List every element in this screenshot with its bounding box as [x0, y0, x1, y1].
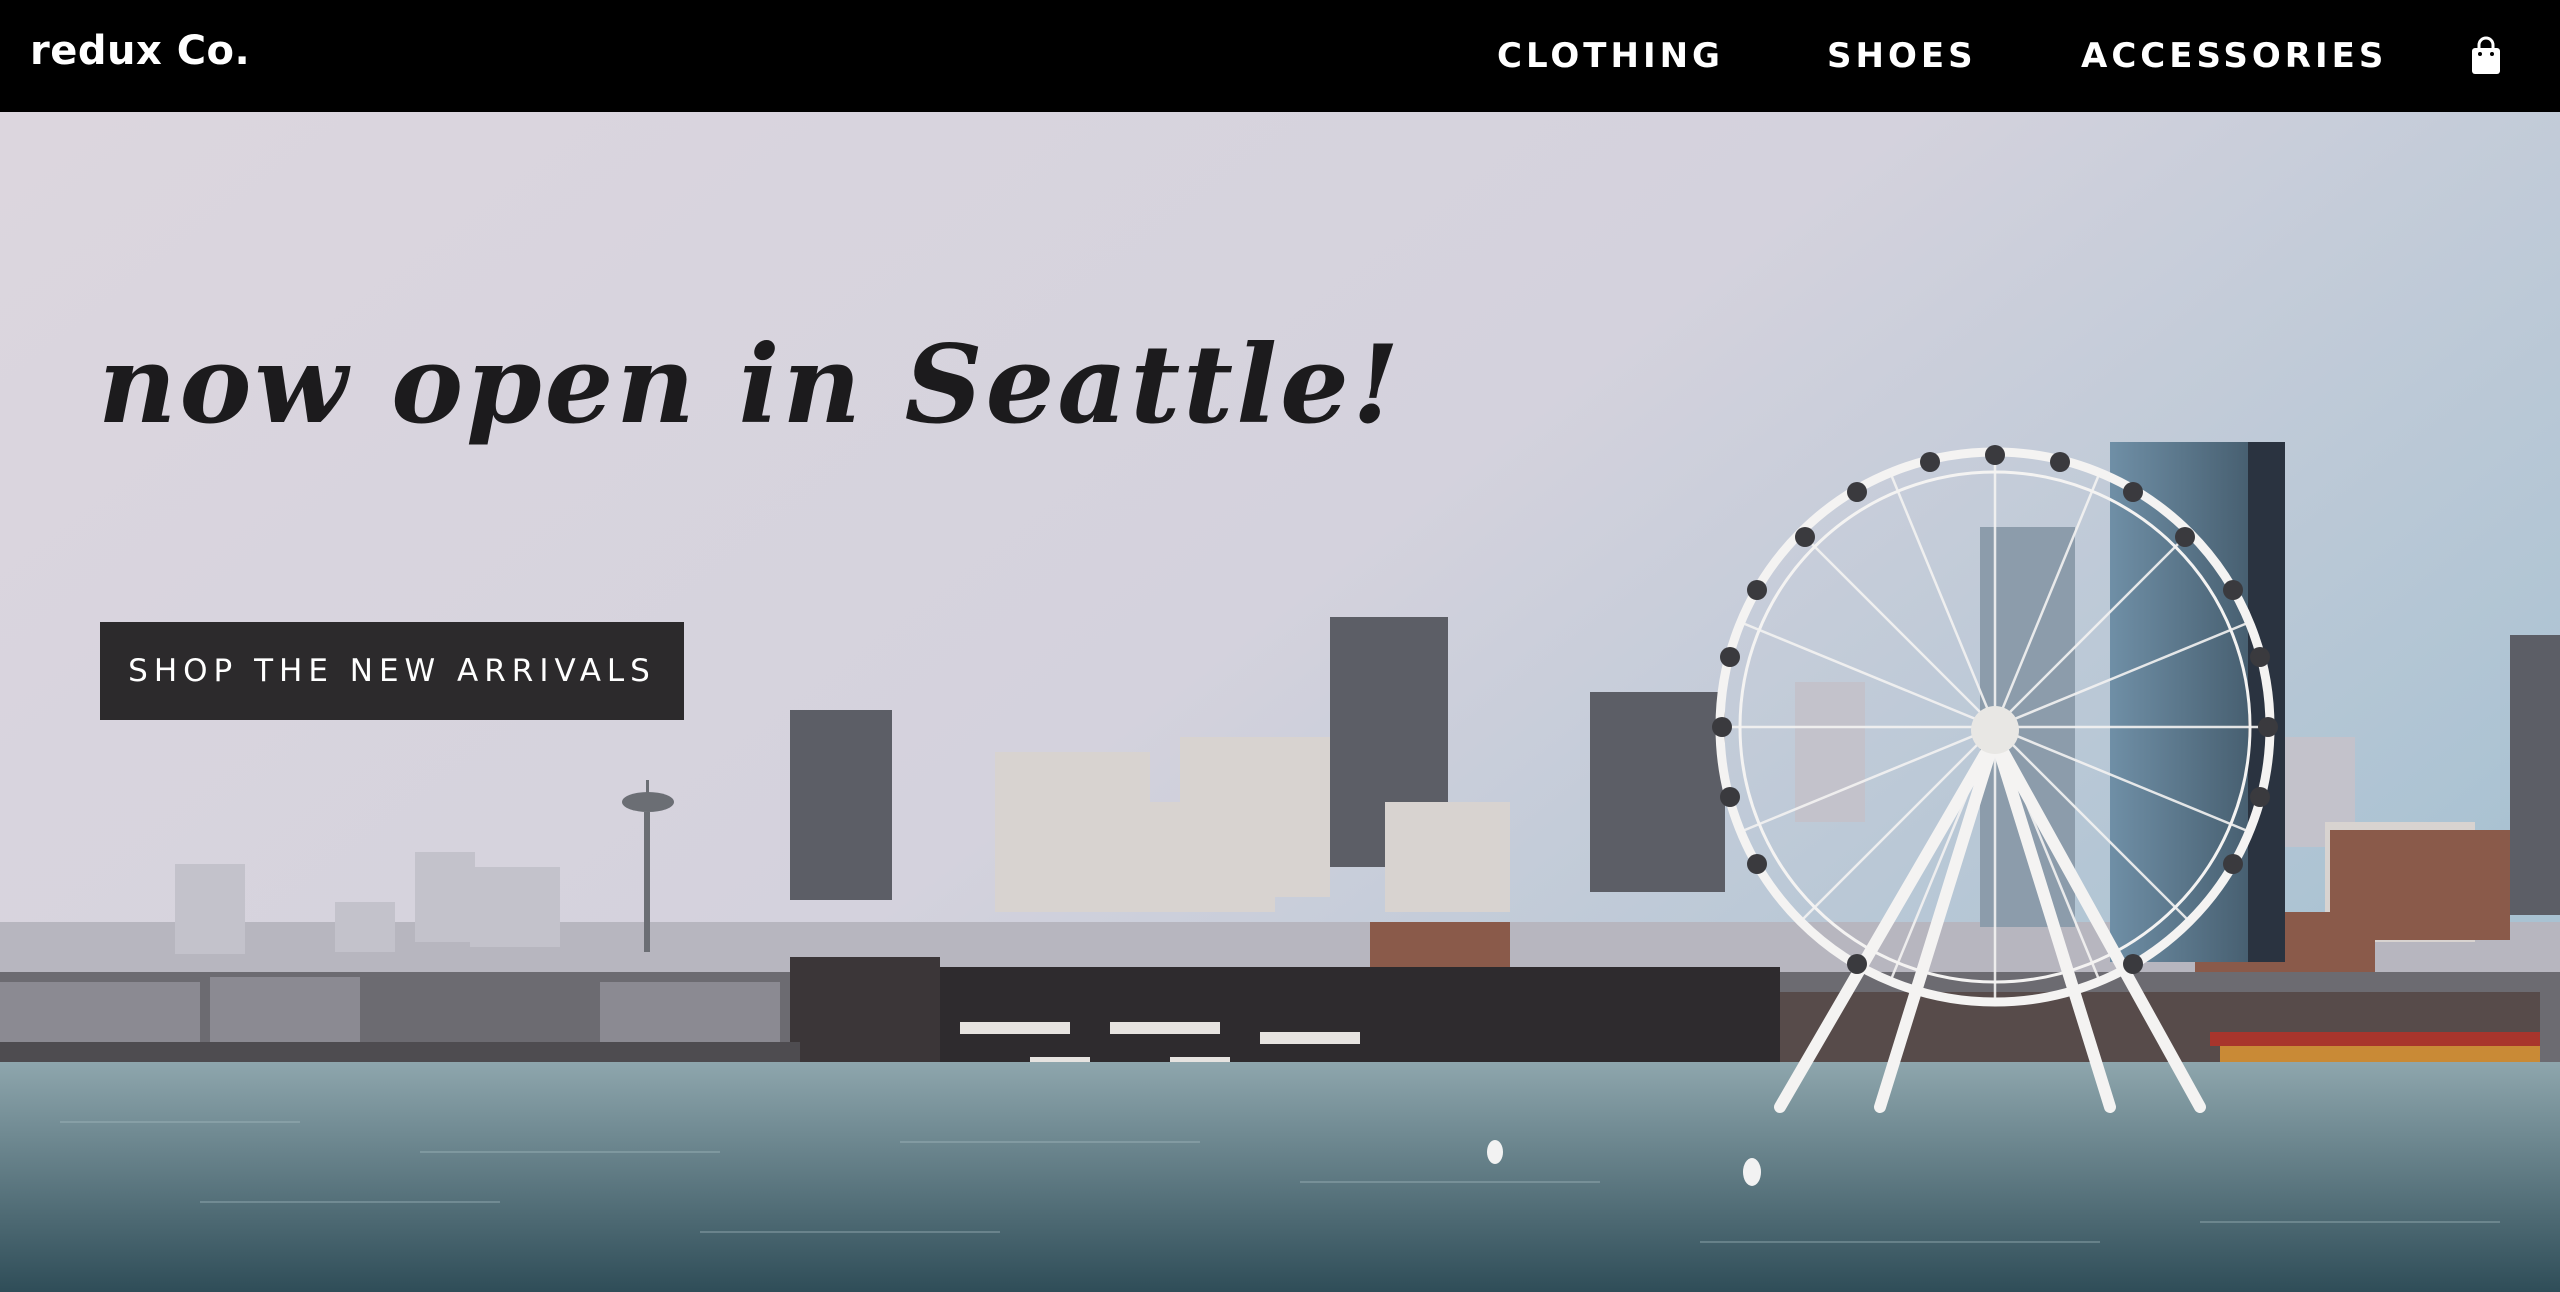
- shopping-bag-icon[interactable]: [2470, 36, 2502, 76]
- nav-link-accessories[interactable]: ACCESSORIES: [2081, 36, 2387, 76]
- shop-new-arrivals-button[interactable]: SHOP THE NEW ARRIVALS: [100, 622, 684, 720]
- nav-link-shoes[interactable]: SHOES: [1827, 36, 1977, 76]
- brand-logo[interactable]: redux Co.: [30, 28, 250, 74]
- hero-banner: now open in Seattle! SHOP THE NEW ARRIVA…: [0, 112, 2560, 1292]
- nav-link-clothing[interactable]: CLOTHING: [1497, 36, 1724, 76]
- hero-headline: now open in Seattle!: [98, 322, 1403, 448]
- top-navbar: redux Co. CLOTHING SHOES ACCESSORIES: [0, 0, 2560, 112]
